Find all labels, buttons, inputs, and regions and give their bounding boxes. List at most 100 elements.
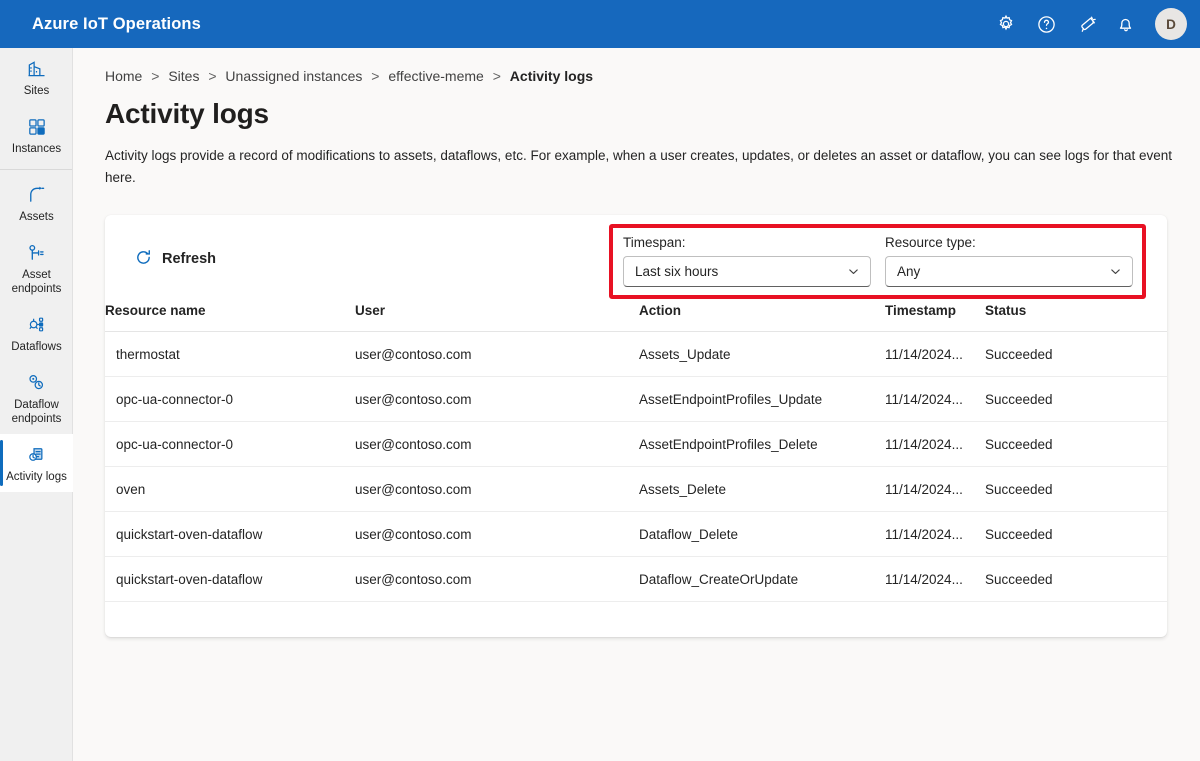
app-header: Azure IoT Operations D [0,0,1200,48]
refresh-button[interactable]: Refresh [129,245,222,273]
app-title: Azure IoT Operations [32,14,201,33]
timespan-label: Timespan: [623,235,686,250]
table-row[interactable]: oven user@contoso.com Assets_Delete 11/1… [105,466,1167,512]
sidebar-item-dataflows[interactable]: Dataflows [0,304,73,362]
cell-status: Succeeded [985,331,1167,377]
table-header: Resource name User Action Timestamp Stat… [105,303,1167,332]
sidebar-item-activity-logs[interactable]: Activity logs [0,434,73,492]
column-header-user[interactable]: User [355,303,639,332]
resource-type-filter: Resource type: Any [885,235,1133,287]
sidebar-item-label: Instances [11,143,62,155]
cell-action: Assets_Delete [639,466,885,512]
cell-action: Assets_Update [639,331,885,377]
activity-logs-table: Resource name User Action Timestamp Stat… [105,303,1167,602]
cell-timestamp: 11/14/2024... [885,466,985,512]
cell-user: user@contoso.com [355,556,639,602]
bell-icon[interactable] [1109,7,1143,41]
page-description: Activity logs provide a record of modifi… [105,148,1173,185]
chevron-down-icon [1109,265,1122,278]
table-header-row: Resource name User Action Timestamp Stat… [105,303,1167,332]
breadcrumb-separator: > [371,68,380,84]
cell-status: Succeeded [985,421,1167,467]
cell-user: user@contoso.com [355,421,639,467]
resource-type-value: Any [897,264,921,279]
card-toolbar: Refresh Timespan: Last six hours Resourc… [105,215,1167,303]
cell-user: user@contoso.com [355,376,639,422]
resource-type-dropdown[interactable]: Any [885,256,1133,287]
breadcrumb-separator: > [208,68,217,84]
table-body: thermostat user@contoso.com Assets_Updat… [105,331,1167,602]
cell-status: Succeeded [985,511,1167,557]
sidebar-item-label: Activity logs [6,471,67,483]
cell-action: AssetEndpointProfiles_Update [639,376,885,422]
breadcrumb-item-unassigned-instances[interactable]: Unassigned instances [225,68,362,84]
timespan-dropdown[interactable]: Last six hours [623,256,871,287]
gear-icon[interactable] [989,7,1023,41]
cell-timestamp: 11/14/2024... [885,331,985,377]
cell-timestamp: 11/14/2024... [885,511,985,557]
sidebar-item-instances[interactable]: Instances [0,106,73,164]
cell-user: user@contoso.com [355,331,639,377]
cell-timestamp: 11/14/2024... [885,376,985,422]
sidebar-item-dataflow-endpoints[interactable]: Dataflow endpoints [0,362,73,434]
assets-icon [26,183,47,205]
avatar[interactable]: D [1155,8,1187,40]
sidebar-item-assets[interactable]: Assets [0,174,73,232]
cell-resource-name: thermostat [105,331,355,377]
activity-logs-icon [26,443,47,465]
cell-action: Dataflow_Delete [639,511,885,557]
table-row[interactable]: opc-ua-connector-0 user@contoso.com Asse… [105,376,1167,422]
sidebar-divider [0,169,72,170]
column-header-action[interactable]: Action [639,303,885,332]
cell-action: Dataflow_CreateOrUpdate [639,556,885,602]
help-icon[interactable] [1029,7,1063,41]
breadcrumb: Home > Sites > Unassigned instances > ef… [105,66,1200,86]
sidebar-item-asset-endpoints[interactable]: Asset endpoints [0,232,73,304]
activity-logs-card: Refresh Timespan: Last six hours Resourc… [105,215,1167,637]
cell-action: AssetEndpointProfiles_Delete [639,421,885,467]
main-content: Home > Sites > Unassigned instances > ef… [73,48,1200,761]
cell-timestamp: 11/14/2024... [885,421,985,467]
sidebar-item-label: Dataflows [11,341,62,353]
table-row[interactable]: opc-ua-connector-0 user@contoso.com Asse… [105,421,1167,467]
sidebar-item-label: Assets [19,211,54,223]
column-header-status[interactable]: Status [985,303,1167,332]
sidebar-item-label: Asset endpoints [11,269,62,295]
cell-resource-name: opc-ua-connector-0 [105,421,355,467]
instances-icon [26,115,47,137]
breadcrumb-item-effective-meme[interactable]: effective-meme [388,68,483,84]
feedback-icon[interactable] [1069,7,1103,41]
breadcrumb-item-activity-logs: Activity logs [509,68,594,84]
table-row[interactable]: quickstart-oven-dataflow user@contoso.co… [105,556,1167,602]
table-row[interactable]: thermostat user@contoso.com Assets_Updat… [105,331,1167,377]
cell-status: Succeeded [985,556,1167,602]
timespan-value: Last six hours [635,264,719,279]
dataflows-icon [26,313,47,335]
refresh-label: Refresh [162,251,216,267]
cell-resource-name: quickstart-oven-dataflow [105,556,355,602]
column-header-timestamp[interactable]: Timestamp [885,303,985,332]
sidebar: Sites Instances Assets Asset endpoints D… [0,48,73,761]
page-title: Activity logs [105,98,269,129]
sidebar-item-label: Sites [23,85,50,97]
dataflow-endpoints-icon [26,371,47,393]
cell-status: Succeeded [985,376,1167,422]
cell-user: user@contoso.com [355,466,639,512]
asset-endpoints-icon [26,241,47,263]
sites-icon [26,57,47,79]
cell-timestamp: 11/14/2024... [885,556,985,602]
refresh-icon [135,249,152,269]
table-row[interactable]: quickstart-oven-dataflow user@contoso.co… [105,511,1167,557]
sidebar-item-label: Dataflow endpoints [11,399,62,425]
filters-highlight-box: Timespan: Last six hours Resource type: … [609,224,1146,299]
sidebar-item-sites[interactable]: Sites [0,48,73,106]
breadcrumb-item-sites[interactable]: Sites [168,68,199,84]
breadcrumb-item-home[interactable]: Home [105,68,142,84]
column-header-resource-name[interactable]: Resource name [105,303,355,332]
cell-resource-name: quickstart-oven-dataflow [105,511,355,557]
timespan-filter: Timespan: Last six hours [623,235,871,287]
header-actions: D [989,7,1187,41]
cell-status: Succeeded [985,466,1167,512]
breadcrumb-separator: > [492,68,501,84]
cell-resource-name: opc-ua-connector-0 [105,376,355,422]
